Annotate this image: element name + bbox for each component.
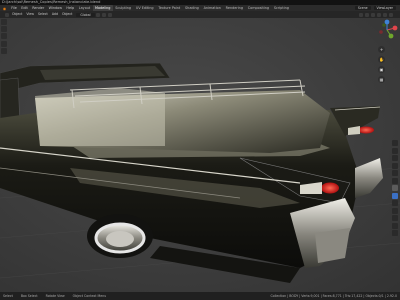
world-tab-icon[interactable] [392, 177, 398, 184]
window-title: D:\Jarch\sol\Remesh_Copies\Remesh_Instan… [2, 0, 101, 4]
status-bar: Select Box Select Rotate View Object Con… [0, 292, 400, 300]
editor-type-icon[interactable] [5, 12, 9, 17]
visibility-icon[interactable] [359, 12, 363, 17]
properties-tab-strip [392, 140, 398, 238]
solid-shading-icon[interactable] [377, 12, 381, 17]
left-toolbar [1, 19, 7, 55]
view-layer-selector[interactable]: ViewLayer [373, 6, 396, 10]
view-layer-tab-icon[interactable] [392, 162, 398, 169]
view-navigation-tools: + ✋ ▣ ▦ [378, 46, 386, 86]
render-tab-icon[interactable] [392, 147, 398, 154]
material-tab-icon[interactable] [392, 230, 398, 236]
move-tool-icon[interactable] [1, 33, 7, 40]
transform-orientation[interactable]: Global [76, 12, 95, 17]
proportional-edit-icon[interactable] [107, 12, 112, 17]
scene-selector[interactable]: Scene [354, 6, 371, 10]
camera-view-icon[interactable]: ▣ [378, 66, 385, 73]
snap-icon[interactable] [101, 12, 106, 17]
3d-viewport[interactable] [0, 18, 400, 292]
modifier-tab-icon[interactable] [392, 192, 398, 199]
rendered-shading-icon[interactable] [389, 12, 393, 17]
constraints-tab-icon[interactable] [392, 215, 398, 221]
navigation-gizmo-icon[interactable] [376, 19, 398, 41]
hand-pan-icon[interactable]: ✋ [378, 56, 385, 63]
car-render [0, 18, 400, 292]
mode-selector[interactable]: Object [10, 11, 24, 18]
select-box-tool-icon[interactable] [1, 19, 7, 25]
status-box-select: Box Select [20, 294, 38, 298]
scale-tool-icon[interactable] [1, 47, 7, 54]
blender-logo[interactable]: ◉ [2, 6, 7, 11]
view-menu[interactable]: View [24, 11, 36, 18]
overlay-icon[interactable] [365, 12, 369, 17]
viewport-header: Object View Select Add Object Global [0, 11, 400, 18]
status-rotate-view: Rotate View [45, 294, 65, 298]
object-menu[interactable]: Object [60, 11, 74, 18]
cursor-tool-icon[interactable] [1, 26, 7, 33]
select-menu[interactable]: Select [36, 11, 50, 18]
status-select: Select [3, 294, 13, 298]
object-tab-icon[interactable] [392, 185, 398, 191]
particles-tab-icon[interactable] [392, 200, 398, 206]
perspective-grid-icon[interactable]: ▦ [378, 76, 385, 83]
tool-tab-icon[interactable] [392, 140, 398, 146]
data-tab-icon[interactable] [392, 222, 398, 229]
zoom-icon[interactable]: + [378, 46, 385, 53]
status-context-menu: Object Context Menu [72, 294, 107, 298]
scene-tab-icon[interactable] [392, 170, 398, 176]
physics-tab-icon[interactable] [392, 207, 398, 214]
material-shading-icon[interactable] [383, 12, 387, 17]
rotate-tool-icon[interactable] [1, 40, 7, 47]
xray-icon[interactable] [371, 12, 375, 17]
scene-statistics: Collection | BODY | Verts:9,001 | Faces:… [270, 294, 397, 298]
pivot-icon[interactable] [95, 12, 100, 17]
output-tab-icon[interactable] [392, 155, 398, 161]
add-menu[interactable]: Add [50, 11, 60, 18]
